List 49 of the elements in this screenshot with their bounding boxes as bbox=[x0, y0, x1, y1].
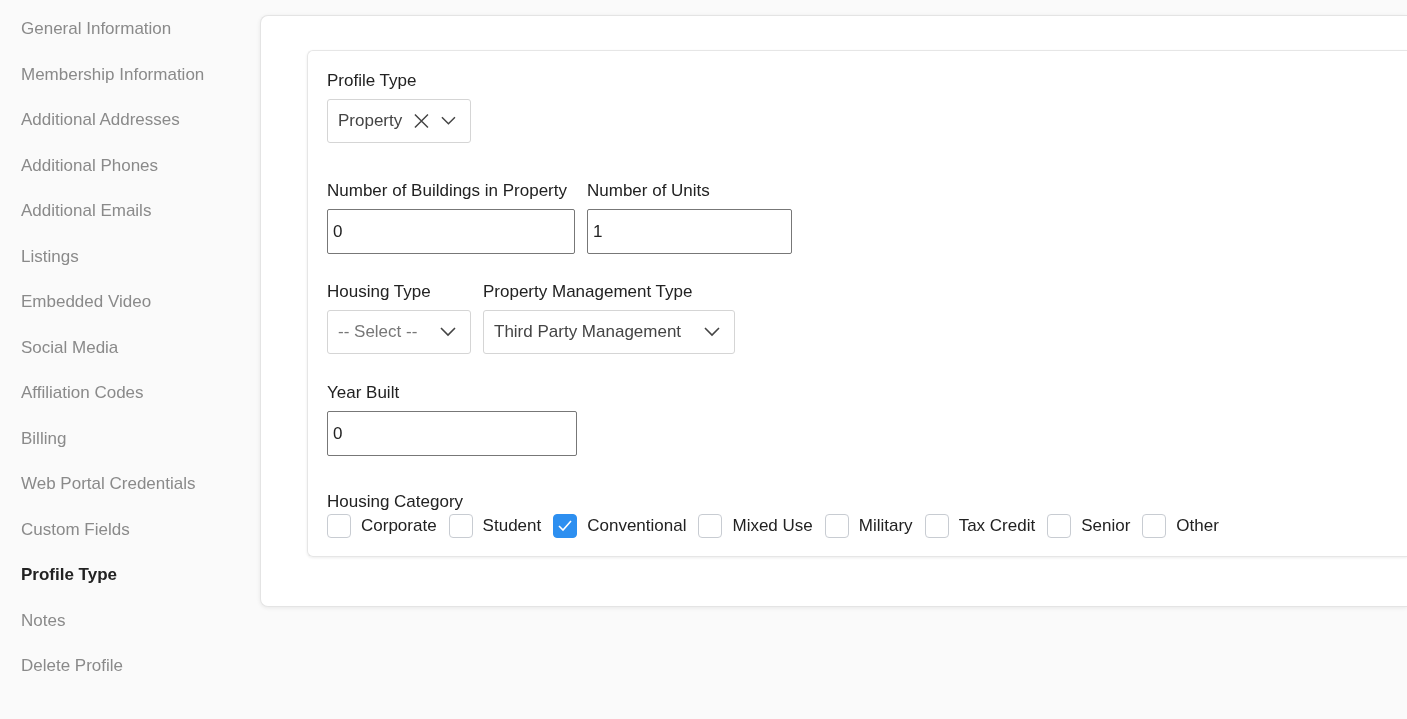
checkbox-label[interactable]: Conventional bbox=[587, 516, 687, 536]
checkbox[interactable] bbox=[924, 514, 949, 538]
sidebar-item[interactable]: Additional Emails bbox=[0, 201, 260, 247]
checkmark-icon bbox=[558, 520, 573, 532]
checkbox[interactable] bbox=[1142, 514, 1167, 538]
field-label: Number of Buildings in Property bbox=[327, 181, 568, 201]
sidebar-item[interactable]: General Information bbox=[0, 19, 260, 65]
checkbox[interactable] bbox=[824, 514, 849, 538]
chevron-down-icon bbox=[440, 327, 456, 337]
select-field[interactable]: Third Party Management bbox=[483, 310, 735, 354]
checkbox-label[interactable]: Student bbox=[482, 516, 542, 536]
checkbox-label[interactable]: Tax Credit bbox=[958, 516, 1036, 536]
sidebar-item[interactable]: Notes bbox=[0, 610, 260, 656]
sidebar-item[interactable]: Billing bbox=[0, 428, 260, 474]
checkbox[interactable] bbox=[698, 514, 723, 538]
checkbox-label[interactable]: Corporate bbox=[361, 516, 437, 536]
field-label: Year Built bbox=[327, 383, 401, 403]
chevron-down-icon bbox=[441, 116, 456, 126]
sidebar-item[interactable]: Social Media bbox=[0, 337, 260, 383]
field-label: Housing Category bbox=[327, 492, 465, 512]
select-field[interactable]: -- Select -- bbox=[327, 310, 471, 354]
input-field[interactable]: 0 bbox=[327, 411, 577, 456]
input-field[interactable]: 0 bbox=[327, 209, 575, 254]
sidebar-item[interactable]: Web Portal Credentials bbox=[0, 474, 260, 520]
clear-icon[interactable] bbox=[414, 113, 430, 129]
field-label: Number of Units bbox=[587, 181, 711, 201]
input-field[interactable]: 1 bbox=[587, 209, 792, 254]
sidebar-item[interactable]: Additional Phones bbox=[0, 155, 260, 201]
sidebar-item[interactable]: Custom Fields bbox=[0, 519, 260, 565]
checkbox-label[interactable]: Senior bbox=[1081, 516, 1131, 536]
checkbox[interactable] bbox=[553, 514, 578, 538]
sidebar-item[interactable]: Additional Addresses bbox=[0, 110, 260, 156]
sidebar-item[interactable]: Membership Information bbox=[0, 64, 260, 110]
checkbox[interactable] bbox=[327, 514, 351, 538]
field-label: Housing Type bbox=[327, 282, 432, 302]
field-label: Property Management Type bbox=[483, 282, 694, 302]
chevron-down-icon bbox=[704, 327, 720, 337]
sidebar-item[interactable]: Delete Profile bbox=[0, 656, 260, 702]
sidebar-item[interactable]: Affiliation Codes bbox=[0, 383, 260, 429]
checkbox-label[interactable]: Other bbox=[1176, 516, 1219, 536]
checkbox[interactable] bbox=[448, 514, 473, 538]
checkbox[interactable] bbox=[1047, 514, 1072, 538]
checkbox-label[interactable]: Military bbox=[858, 516, 913, 536]
sidebar-item[interactable]: Listings bbox=[0, 246, 260, 292]
sidebar-item[interactable]: Embedded Video bbox=[0, 292, 260, 338]
field-label: Profile Type bbox=[327, 71, 418, 91]
select-field[interactable]: Property bbox=[327, 99, 471, 143]
checkbox-label[interactable]: Mixed Use bbox=[732, 516, 813, 536]
sidebar-item[interactable]: Profile Type bbox=[0, 565, 260, 611]
